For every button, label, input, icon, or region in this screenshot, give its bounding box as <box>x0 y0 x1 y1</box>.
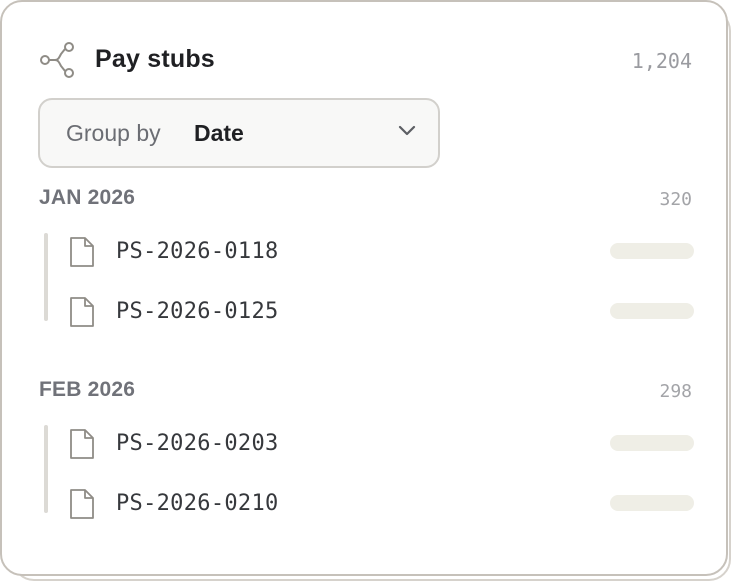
loading-placeholder <box>610 495 694 511</box>
group-name: JAN 2026 <box>39 186 136 209</box>
group-header-jan-2026[interactable]: JAN 2026 320 <box>38 186 692 216</box>
pay-stubs-panel: Pay stubs 1,204 Group by Date JAN 2026 3… <box>0 0 728 576</box>
file-icon <box>70 237 94 267</box>
panel-header: Pay stubs 1,204 <box>38 40 692 80</box>
group-by-label: Group by <box>66 120 161 146</box>
group-count: 298 <box>659 381 692 402</box>
group-by-select[interactable]: Group by Date <box>38 98 440 168</box>
file-name: PS-2026-0118 <box>116 239 279 264</box>
file-icon <box>70 297 94 327</box>
group-rail <box>44 425 48 513</box>
loading-placeholder <box>610 435 694 451</box>
list-item[interactable]: PS-2026-0125 <box>68 292 694 332</box>
list-item[interactable]: PS-2026-0118 <box>68 232 694 272</box>
file-name: PS-2026-0125 <box>116 299 279 324</box>
group-header-feb-2026[interactable]: FEB 2026 298 <box>38 378 692 408</box>
share-nodes-icon <box>40 42 74 78</box>
group-name: FEB 2026 <box>39 378 136 401</box>
chevron-down-icon <box>398 125 416 136</box>
loading-placeholder <box>610 303 694 319</box>
file-name: PS-2026-0210 <box>116 491 279 516</box>
file-name: PS-2026-0203 <box>116 431 279 456</box>
list-item[interactable]: PS-2026-0210 <box>68 484 694 524</box>
file-icon <box>70 429 94 459</box>
list-item[interactable]: PS-2026-0203 <box>68 424 694 464</box>
group-by-value: Date <box>194 120 244 146</box>
file-icon <box>70 489 94 519</box>
group-rail <box>44 233 48 321</box>
loading-placeholder <box>610 243 694 259</box>
total-count: 1,204 <box>631 49 692 73</box>
group-count: 320 <box>659 189 692 210</box>
panel-title: Pay stubs <box>95 45 215 73</box>
